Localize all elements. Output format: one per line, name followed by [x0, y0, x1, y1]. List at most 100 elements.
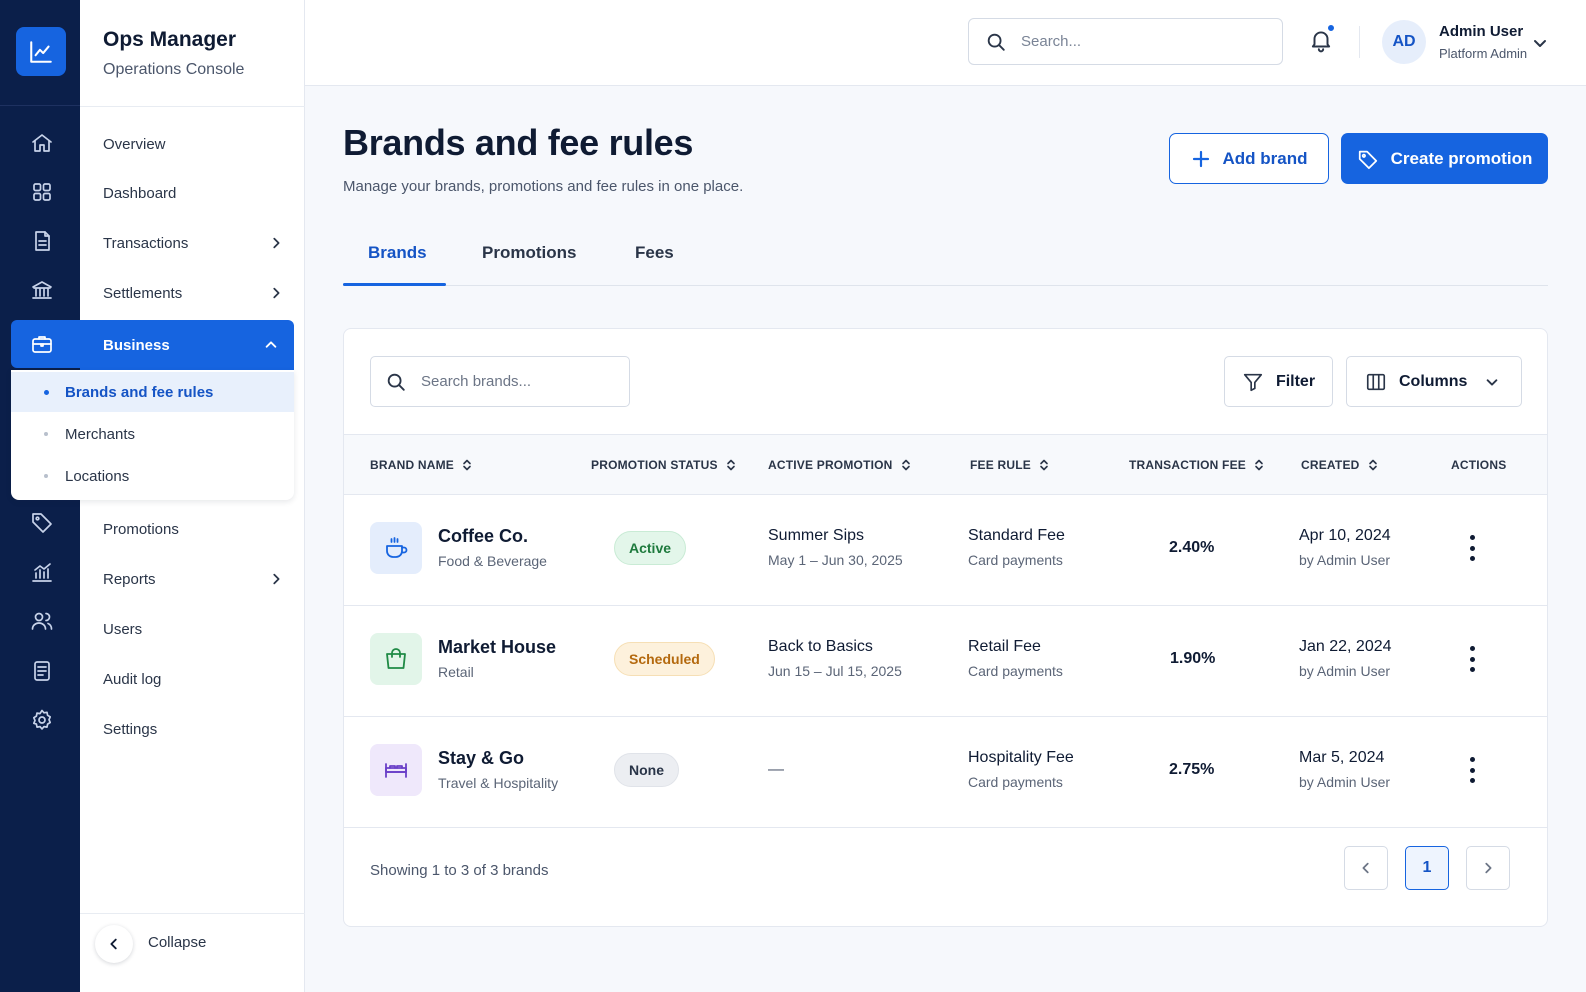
column-header-label: PROMOTION STATUS — [591, 458, 718, 472]
brand-name[interactable]: Coffee Co. — [438, 526, 528, 547]
brand-category: Retail — [438, 664, 474, 680]
active-tab-indicator — [343, 283, 446, 286]
transaction-fee: 1.90% — [1170, 650, 1216, 667]
submenu-item-label: Brands and fee rules — [65, 383, 214, 401]
global-search[interactable] — [968, 18, 1283, 65]
page-button-current[interactable]: 1 — [1405, 846, 1449, 890]
trend-chart-icon[interactable] — [16, 27, 66, 76]
transaction-fee: 2.40% — [1169, 539, 1215, 556]
submenu-item-brands-and-fee-rules[interactable]: Brands and fee rules — [11, 372, 294, 412]
bar-chart-icon[interactable] — [27, 557, 57, 587]
document-icon[interactable] — [27, 226, 57, 256]
chevron-down-icon — [1486, 378, 1498, 386]
sidebar-item-reports[interactable]: Reports — [103, 564, 283, 594]
filter-icon — [1243, 373, 1263, 391]
collapse-button[interactable] — [95, 925, 133, 963]
columns-label: Columns — [1399, 372, 1468, 390]
column-header-label: CREATED — [1301, 458, 1360, 472]
grid-icon[interactable] — [27, 177, 57, 207]
tab-brands[interactable]: Brands — [368, 243, 427, 263]
brand-search-input[interactable] — [421, 373, 611, 390]
bank-icon[interactable] — [27, 275, 57, 305]
avatar[interactable]: AD — [1382, 20, 1426, 64]
chevron-right-icon — [273, 237, 280, 249]
sidebar-item-label: Business — [103, 336, 170, 354]
submenu-item-locations[interactable]: Locations — [11, 456, 294, 496]
app-title: Ops Manager — [103, 28, 237, 51]
status-badge: Scheduled — [614, 642, 715, 676]
column-header-label: BRAND NAME — [370, 458, 454, 472]
column-header-promotion-status[interactable]: PROMOTION STATUS — [591, 458, 736, 472]
search-icon — [387, 373, 405, 391]
column-header-label: ACTIVE PROMOTION — [768, 458, 893, 472]
notifications-button[interactable] — [1308, 23, 1336, 57]
sidebar-item-overview[interactable]: Overview — [103, 129, 283, 159]
table-row[interactable]: Stay & Go Travel & Hospitality None — Ho… — [344, 717, 1547, 828]
sidebar-item-settlements[interactable]: Settlements — [103, 278, 283, 308]
page-title: Brands and fee rules — [343, 122, 694, 163]
bullet-icon — [44, 432, 48, 436]
business-submenu: Brands and fee rules Merchants Locations — [11, 370, 294, 500]
table-row[interactable]: Coffee Co. Food & Beverage Active Summer… — [344, 495, 1547, 606]
fee-rule: Retail Fee — [968, 638, 1041, 655]
previous-page-button[interactable] — [1344, 846, 1388, 890]
briefcase-icon[interactable] — [27, 329, 57, 359]
sidebar-item-dashboard[interactable]: Dashboard — [103, 178, 283, 208]
sort-icon — [463, 459, 471, 471]
promotion-dates: May 1 – Jun 30, 2025 — [768, 552, 903, 568]
column-header-created[interactable]: CREATED — [1301, 458, 1378, 472]
chevron-down-icon[interactable] — [1532, 35, 1548, 51]
sort-icon — [726, 459, 735, 471]
global-search-input[interactable] — [1021, 33, 1261, 50]
sidebar-item-settings[interactable]: Settings — [103, 714, 283, 744]
column-header-active-promotion[interactable]: ACTIVE PROMOTION — [768, 458, 911, 472]
sidebar-item-users[interactable]: Users — [103, 614, 283, 644]
sidebar-item-label: Reports — [103, 570, 156, 588]
more-actions-icon[interactable] — [1468, 535, 1476, 561]
sidebar-item-promotions[interactable]: Promotions — [103, 514, 283, 544]
brand-search[interactable] — [370, 356, 630, 407]
created-date: Apr 10, 2024 — [1299, 527, 1391, 544]
column-header-transaction-fee[interactable]: TRANSACTION FEE — [1129, 458, 1264, 472]
sidebar-item-label: Users — [103, 620, 143, 638]
transaction-fee: 2.75% — [1169, 761, 1215, 778]
log-icon[interactable] — [27, 656, 57, 686]
created-by: by Admin User — [1299, 663, 1391, 679]
tab-fees[interactable]: Fees — [635, 243, 674, 263]
sidebar-item-label: Settlements — [103, 284, 183, 302]
home-icon[interactable] — [27, 128, 57, 158]
create-promotion-button[interactable]: Create promotion — [1341, 133, 1548, 184]
fee-rule-sub: Card payments — [968, 663, 1063, 679]
more-actions-icon[interactable] — [1468, 757, 1476, 783]
columns-button[interactable]: Columns — [1346, 356, 1522, 407]
filter-button[interactable]: Filter — [1224, 356, 1333, 407]
coffee-cup-icon — [370, 522, 422, 574]
submenu-item-merchants[interactable]: Merchants — [11, 414, 294, 454]
sidebar-item-audit-log[interactable]: Audit log — [103, 664, 283, 694]
chevron-right-icon — [273, 287, 280, 299]
sidebar-divider — [80, 106, 305, 107]
tab-promotions[interactable]: Promotions — [482, 243, 576, 263]
brand-name[interactable]: Market House — [438, 637, 556, 658]
sidebar-item-label: Dashboard — [103, 184, 177, 202]
brand-name[interactable]: Stay & Go — [438, 748, 524, 769]
add-brand-button[interactable]: Add brand — [1169, 133, 1329, 184]
table-row[interactable]: Market House Retail Scheduled Back to Ba… — [344, 606, 1547, 717]
gear-icon[interactable] — [27, 705, 57, 735]
column-header-brand-name[interactable]: BRAND NAME — [370, 458, 472, 472]
notification-dot — [1326, 23, 1336, 33]
sidebar-item-label: Audit log — [103, 670, 162, 688]
tag-icon[interactable] — [27, 507, 57, 537]
sort-icon — [1368, 459, 1377, 471]
active-promotion: — — [768, 761, 784, 778]
next-page-button[interactable] — [1466, 846, 1510, 890]
column-header-fee-rule[interactable]: FEE RULE — [970, 458, 1049, 472]
collapse-label[interactable]: Collapse — [148, 934, 206, 951]
table-header: BRAND NAME PROMOTION STATUS ACTIVE PROMO… — [344, 434, 1547, 495]
user-name[interactable]: Admin User — [1439, 23, 1523, 40]
users-icon[interactable] — [27, 606, 57, 636]
status-badge: None — [614, 753, 679, 787]
sidebar-item-transactions[interactable]: Transactions — [103, 228, 283, 258]
more-actions-icon[interactable] — [1468, 646, 1476, 672]
sidebar-item-business[interactable]: Business — [80, 320, 294, 370]
